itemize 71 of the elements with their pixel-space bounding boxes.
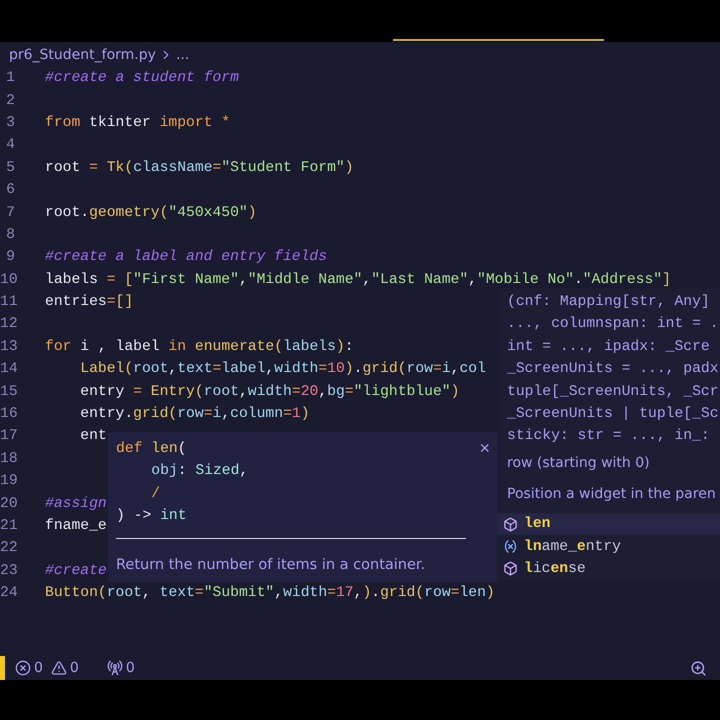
status-indicator	[0, 656, 5, 680]
line-number: 7	[5, 204, 15, 221]
hover-doc: Return the number of items in a container.	[116, 556, 426, 573]
breadcrumb-more[interactable]: ...	[176, 46, 190, 62]
signature-text: _ScreenUnits = ..., padx	[507, 361, 719, 378]
line-number: 5	[5, 160, 15, 176]
warning-icon	[50, 660, 67, 676]
code-line: root.geometry("450x450")	[45, 204, 257, 221]
line-number: 14	[0, 361, 15, 378]
code-line: entries=[]	[45, 294, 134, 310]
suggestion-item[interactable]: len	[497, 513, 720, 536]
suggestion-item[interactable]: lname_entry	[497, 535, 720, 558]
line-number: 11	[0, 294, 15, 310]
antenna-icon	[106, 660, 123, 676]
line-number: 21	[0, 518, 15, 534]
line-number: 20	[0, 496, 15, 512]
signature-text: (cnf: Mapping[str, Any]	[507, 294, 710, 310]
line-number: 3	[5, 114, 15, 131]
close-button[interactable]: ×	[477, 438, 492, 458]
status-count[interactable]: 0	[70, 660, 79, 676]
line-number: 2	[5, 92, 15, 109]
file-name[interactable]: pr6_Student_form.py	[9, 46, 156, 62]
code-line: #create a student form	[45, 70, 239, 86]
line-number: 10	[0, 272, 15, 288]
line-number: 23	[0, 562, 15, 579]
signature-text: tuple[_ScreenUnits, _Scr	[507, 384, 719, 400]
code-line: root = Tk(className="Student Form")	[45, 160, 354, 176]
code-line: #assign	[45, 496, 107, 512]
cube-icon	[503, 516, 518, 532]
code-line: #create a label and entry fields	[45, 249, 328, 266]
signature-code: obj: Sized,	[150, 463, 248, 480]
error-icon	[15, 660, 31, 676]
line-number: 16	[0, 406, 15, 422]
line-number: 13	[0, 338, 15, 355]
code-line: entry = Entry(root,width=20,bg="lightblue")	[79, 384, 460, 400]
line-number: 17	[0, 428, 15, 444]
code-line: labels = ["First Name","Middle Name","Last Name","Mobile No"."Address"]	[45, 272, 671, 288]
code-line: from tkinter import *	[45, 114, 230, 131]
status-count[interactable]: 0	[34, 660, 43, 676]
code-line: ent	[79, 428, 107, 444]
line-number: 24	[0, 585, 15, 602]
zoom-in-icon[interactable]	[690, 660, 707, 676]
line-number: 1	[5, 70, 15, 86]
signature-code: ) -> int	[116, 508, 187, 524]
code-line: fname_e	[45, 518, 107, 534]
signature-text: int = ..., ipadx: _Scre	[507, 338, 710, 355]
line-number: 18	[0, 450, 15, 467]
line-number: 8	[5, 226, 15, 243]
line-number: 9	[5, 249, 15, 266]
code-line: Label(root,text=label,width=10).grid(row=i,col	[79, 361, 486, 378]
signature-code: /	[150, 486, 160, 502]
signature-code: def len(	[116, 441, 187, 457]
signature-description: Position a widget in the paren	[507, 486, 716, 502]
code-line: Button(root, text="Submit",width=17,).grid(row=len)	[45, 585, 495, 602]
line-number: 12	[0, 316, 15, 332]
signature-text: _ScreenUnits | tuple[_Sc	[507, 406, 719, 422]
signature-text: sticky: str = ..., in_:	[507, 428, 710, 444]
line-number: 22	[0, 540, 15, 556]
suggestion-item[interactable]: license	[497, 558, 720, 580]
cube-icon	[503, 561, 518, 576]
line-number: 6	[5, 182, 15, 198]
line-number: 19	[0, 473, 15, 490]
code-line: entry.grid(row=i,column=1)	[79, 406, 310, 422]
variable-icon	[503, 539, 518, 554]
line-number: 15	[0, 384, 15, 400]
line-number: 4	[5, 137, 15, 154]
signature-text: ..., columnspan: int = .	[507, 316, 719, 332]
code-line: for i , label in enumerate(labels):	[45, 338, 354, 355]
parameter-doc: row (starting with 0)	[507, 454, 650, 471]
code-line: #create	[45, 562, 107, 579]
status-count[interactable]: 0	[126, 660, 135, 676]
